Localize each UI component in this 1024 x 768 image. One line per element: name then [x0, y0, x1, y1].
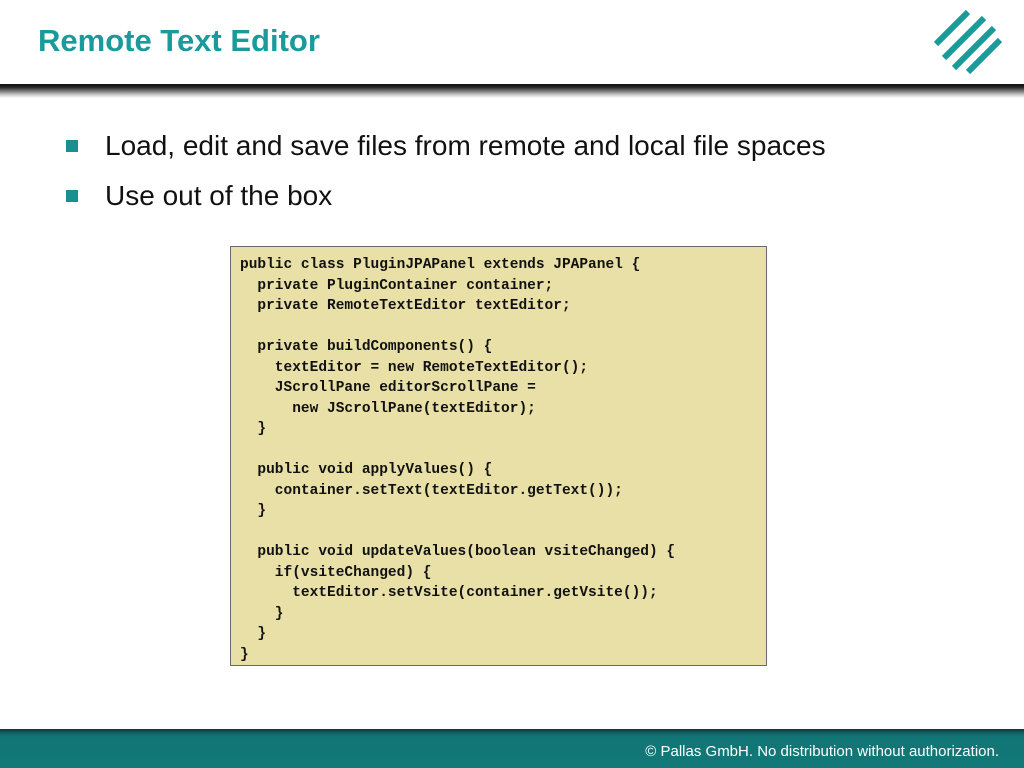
code-sample-box: public class PluginJPAPanel extends JPAP…: [230, 246, 767, 666]
slide-title: Remote Text Editor: [38, 23, 320, 58]
bullet-item: Use out of the box: [66, 175, 826, 225]
square-bullet-icon: [66, 140, 78, 152]
footer-bar: © Pallas GmbH. No distribution without a…: [0, 729, 1024, 768]
bullet-text: Load, edit and save files from remote an…: [105, 130, 826, 161]
bullet-text: Use out of the box: [105, 180, 333, 211]
bullet-list: Load, edit and save files from remote an…: [66, 125, 826, 225]
square-bullet-icon: [66, 190, 78, 202]
bullet-item: Load, edit and save files from remote an…: [66, 125, 826, 175]
header-divider: [0, 84, 1024, 98]
copyright-notice: © Pallas GmbH. No distribution without a…: [645, 743, 999, 760]
pallas-logo-icon: [933, 9, 1003, 75]
code-sample: public class PluginJPAPanel extends JPAP…: [240, 257, 676, 663]
